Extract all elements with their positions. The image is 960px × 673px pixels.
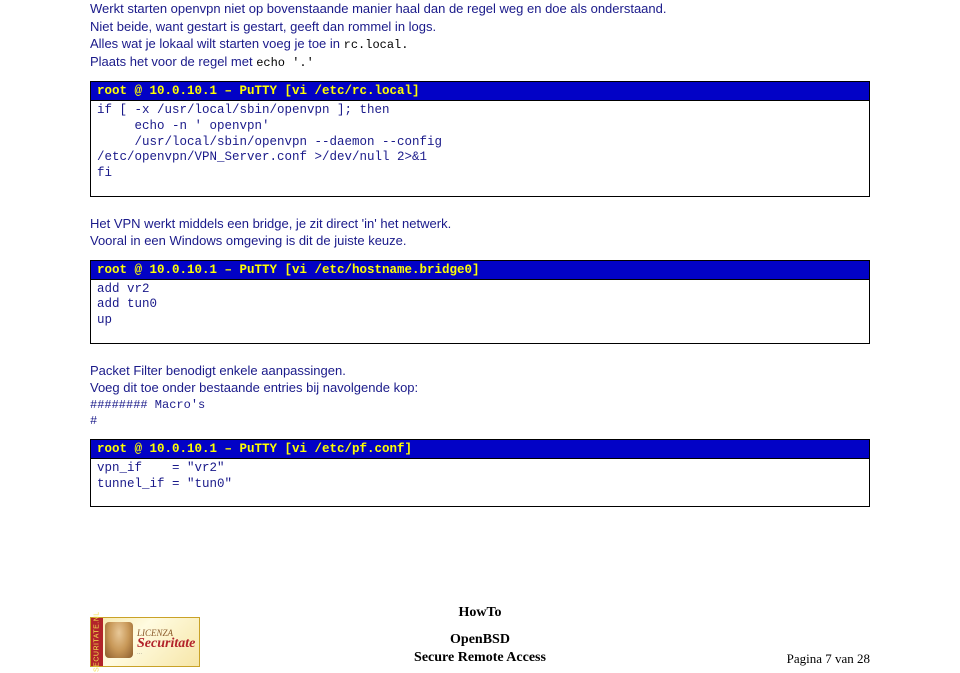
inline-code-rc-local: rc.local.	[344, 38, 409, 52]
stamp-securitate: Securitate	[137, 638, 195, 651]
code-block-hostname-bridge0: root @ 10.0.10.1 – PuTTY [vi /etc/hostna…	[90, 260, 870, 344]
stamp-sub: ···	[137, 651, 195, 657]
stamp-portrait	[105, 622, 133, 658]
page-number: Pagina 7 van 28	[787, 651, 870, 667]
code-body-rc-local: if [ -x /usr/local/sbin/openvpn ]; then …	[91, 101, 869, 195]
code-block-rc-local: root @ 10.0.10.1 – PuTTY [vi /etc/rc.loc…	[90, 81, 870, 196]
code-body-pf-conf: vpn_if = "vr2" tunnel_if = "tun0"	[91, 459, 869, 506]
footer-row: SECURITATE.NL LICENZA Securitate ··· Pag…	[0, 617, 960, 667]
code-title-pf-conf: root @ 10.0.10.1 – PuTTY [vi /etc/pf.con…	[91, 440, 869, 459]
p3-line1: Packet Filter benodigt enkele aanpassing…	[90, 363, 346, 378]
paragraph-3: Packet Filter benodigt enkele aanpassing…	[90, 362, 870, 429]
code-title-hostname-bridge0: root @ 10.0.10.1 – PuTTY [vi /etc/hostna…	[91, 261, 869, 280]
code-block-pf-conf: root @ 10.0.10.1 – PuTTY [vi /etc/pf.con…	[90, 439, 870, 507]
p3-line2: Voeg dit toe onder bestaande entries bij…	[90, 380, 418, 395]
securitate-stamp: SECURITATE.NL LICENZA Securitate ···	[90, 617, 200, 667]
p1-line4a: Plaats het voor de regel met	[90, 54, 256, 69]
p1-line2: Niet beide, want gestart is gestart, gee…	[90, 19, 436, 34]
code-body-hostname-bridge0: add vr2 add tun0 up	[91, 280, 869, 343]
stamp-side-label: SECURITATE.NL	[91, 618, 103, 666]
p1-line1: Werkt starten openvpn niet op bovenstaan…	[90, 1, 667, 16]
p2-line2: Vooral in een Windows omgeving is dit de…	[90, 233, 407, 248]
stamp-text: LICENZA Securitate ···	[137, 628, 195, 657]
p2-line1: Het VPN werkt middels een bridge, je zit…	[90, 216, 451, 231]
code-title-rc-local: root @ 10.0.10.1 – PuTTY [vi /etc/rc.loc…	[91, 82, 869, 101]
paragraph-2: Het VPN werkt middels een bridge, je zit…	[90, 215, 870, 250]
paragraph-1: Werkt starten openvpn niet op bovenstaan…	[90, 0, 870, 71]
p1-line3a: Alles wat je lokaal wilt starten voeg je…	[90, 36, 344, 51]
inline-code-macros: ######## Macro's #	[90, 397, 205, 429]
inline-code-echo: echo '.'	[256, 56, 314, 70]
